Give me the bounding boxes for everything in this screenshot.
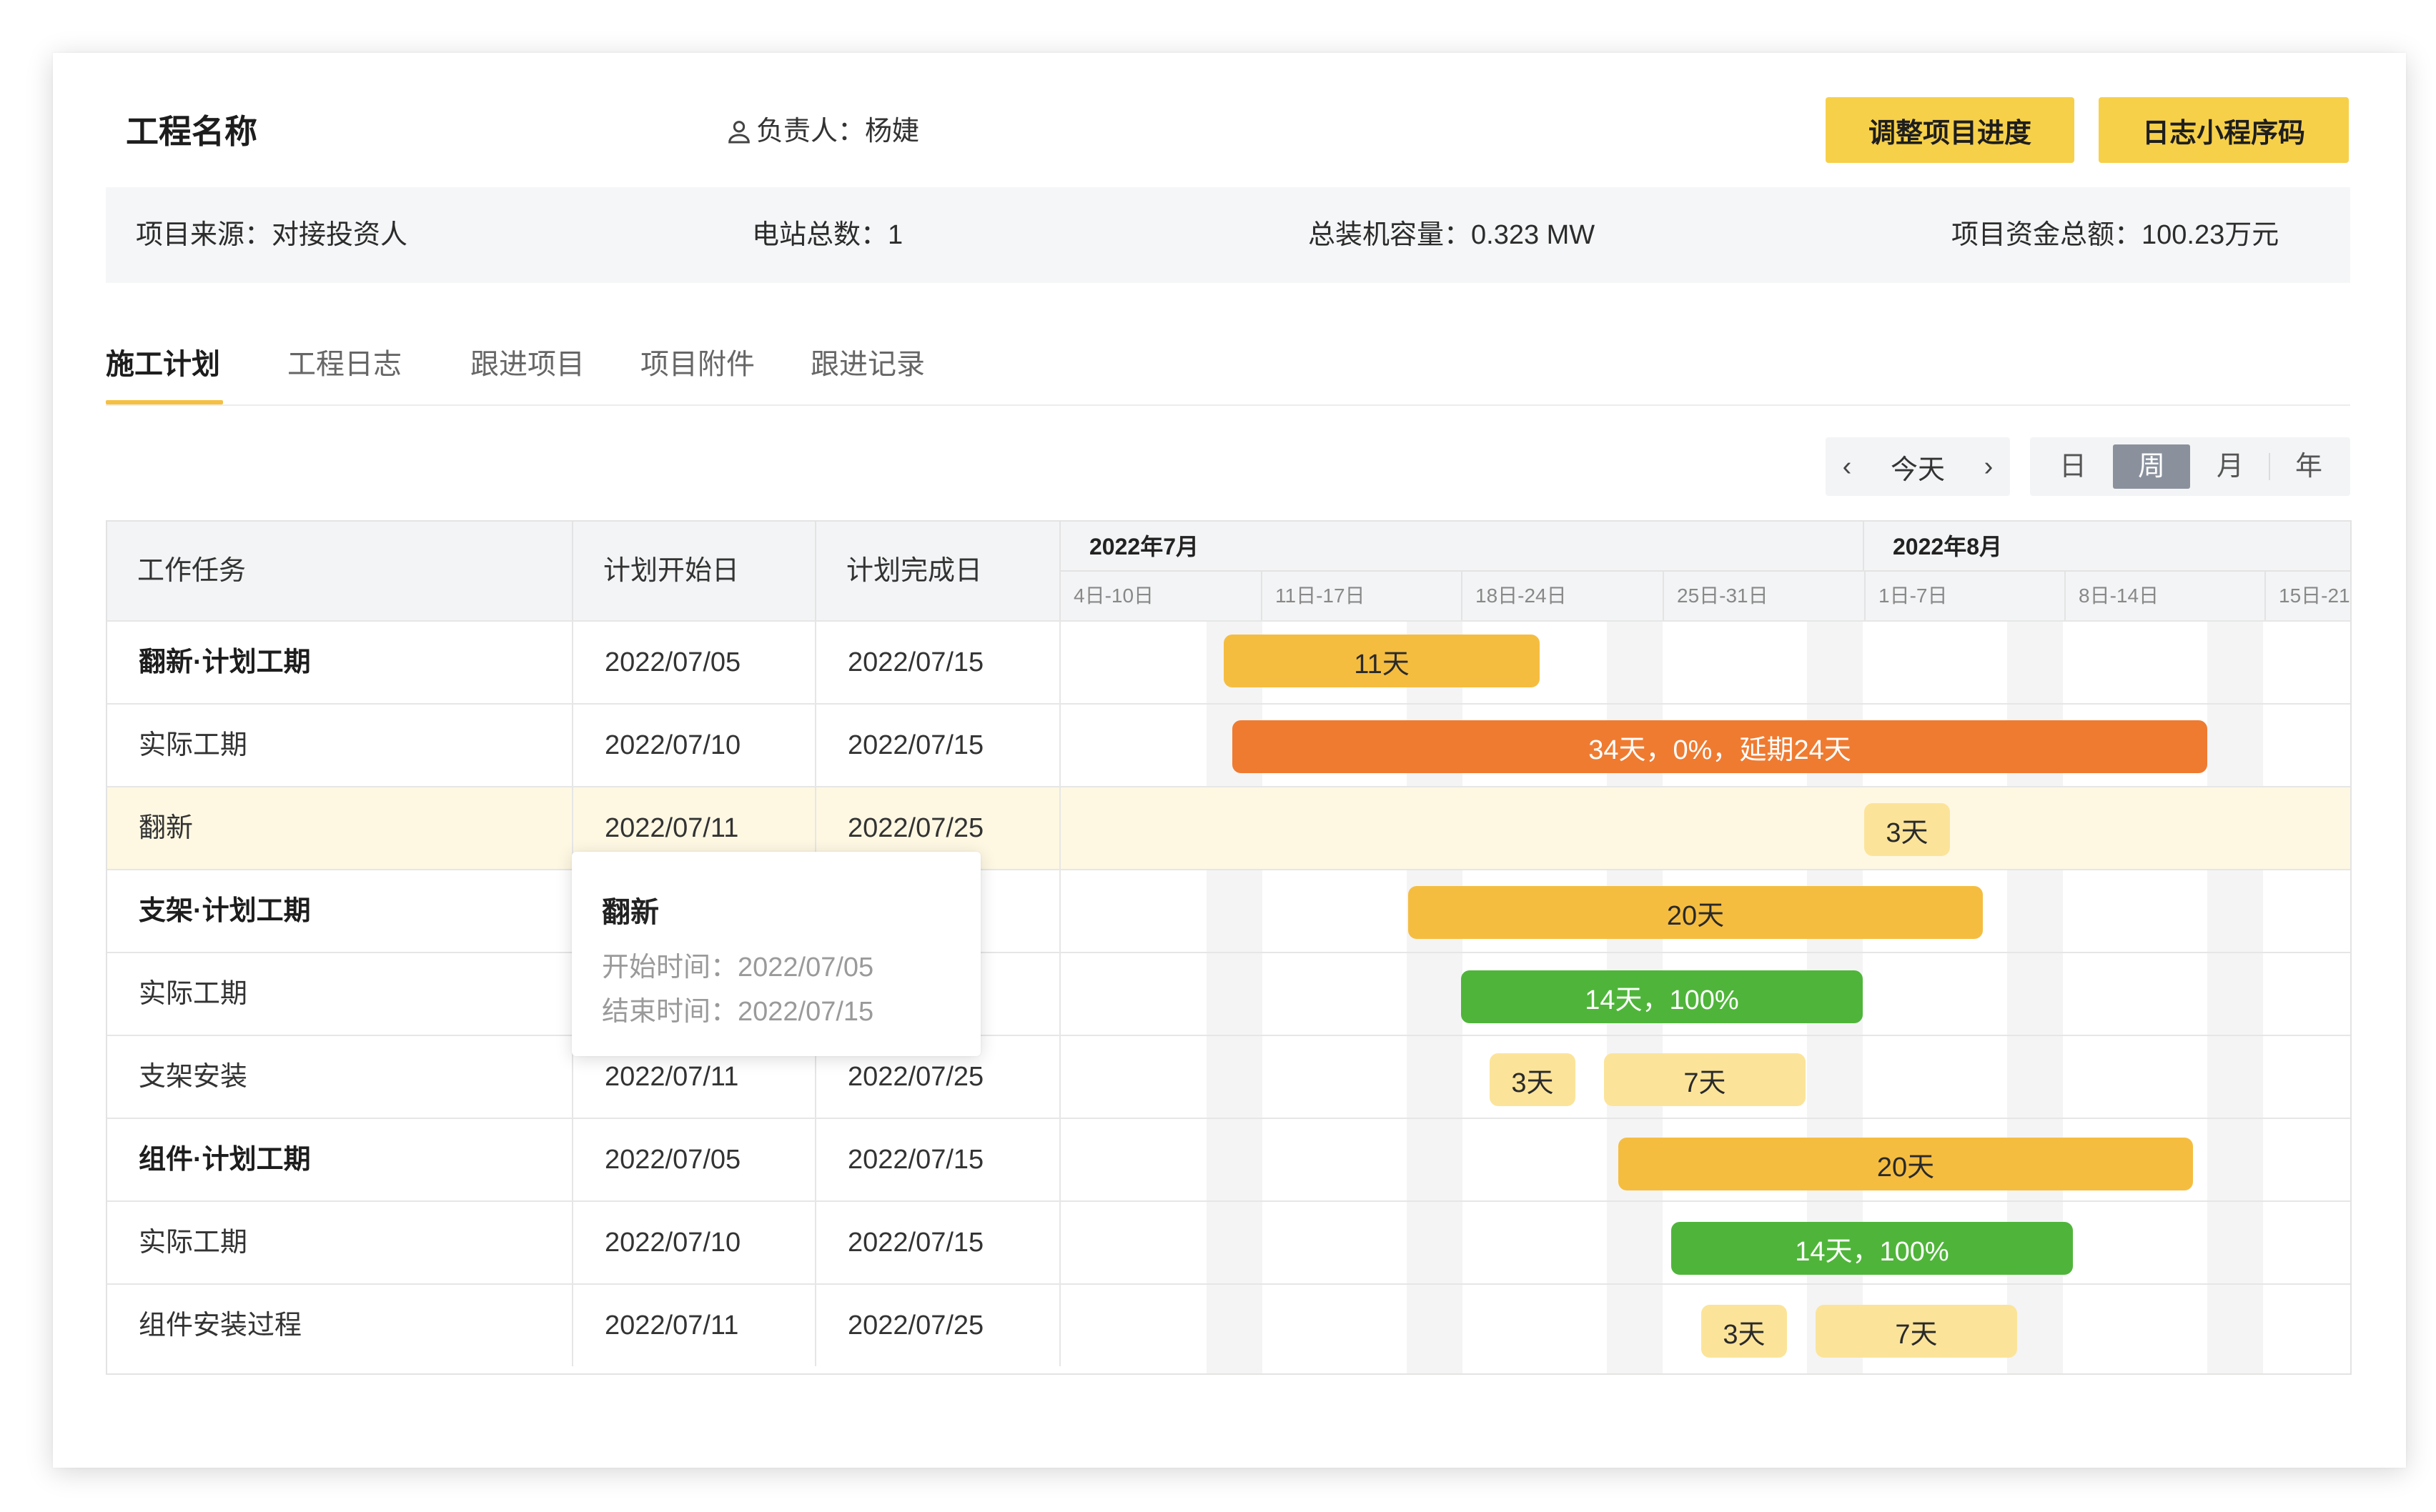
project-title: 工程名称 xyxy=(126,113,257,150)
end-date: 2022/07/15 xyxy=(816,622,1061,703)
gantt-bar-plan[interactable]: 20天 xyxy=(1618,1138,2193,1190)
task-name: 实际工期 xyxy=(107,1202,573,1283)
header-start: 计划开始日 xyxy=(573,522,816,620)
gantt-bar-segment[interactable]: 7天 xyxy=(1604,1053,1806,1106)
header-end: 计划完成日 xyxy=(816,522,1061,620)
tab-follow-up-project[interactable]: 跟进项目 xyxy=(470,336,585,404)
week-label: 11日-17日 xyxy=(1261,572,1461,620)
tab-construction-plan[interactable]: 施工计划 xyxy=(106,336,223,404)
view-switcher: 日 周 月 年 xyxy=(2030,437,2350,496)
gantt-bar-segment[interactable]: 7天 xyxy=(1816,1305,2017,1358)
total-funds: 项目资金总额：100.23万元 xyxy=(1951,220,2279,250)
date-navigator: ‹ 今天 › xyxy=(1826,437,2010,496)
start-date: 2022/07/05 xyxy=(573,1119,816,1200)
project-source: 项目来源：对接投资人 xyxy=(136,220,408,250)
week-label: 18日-24日 xyxy=(1461,572,1663,620)
week-label: 15日-21 xyxy=(2264,572,2350,620)
week-label: 8日-14日 xyxy=(2064,572,2264,620)
task-name: 翻新·计划工期 xyxy=(107,622,573,703)
header-task: 工作任务 xyxy=(107,522,573,620)
gantt-bar-delayed[interactable]: 34天，0%，延期24天 xyxy=(1232,720,2207,773)
log-miniprogram-button[interactable]: 日志小程序码 xyxy=(2099,97,2349,163)
view-week-button[interactable]: 周 xyxy=(2113,444,2190,489)
view-month-button[interactable]: 月 xyxy=(2192,444,2269,489)
gantt-bar-complete[interactable]: 14天，100% xyxy=(1671,1222,2073,1275)
adjust-progress-button[interactable]: 调整项目进度 xyxy=(1826,97,2074,163)
manager-info: 负责人：杨婕 xyxy=(725,106,919,157)
gantt-bar-plan[interactable]: 11天 xyxy=(1224,635,1540,687)
task-name: 实际工期 xyxy=(107,705,573,786)
task-name: 支架·计划工期 xyxy=(107,870,573,952)
gantt-table: 工作任务 计划开始日 计划完成日 2022年7月 2022年8月 4日-10日 … xyxy=(106,520,2352,1375)
tab-follow-up-records[interactable]: 跟进记录 xyxy=(811,336,925,404)
tab-project-log[interactable]: 工程日志 xyxy=(287,336,402,404)
table-row[interactable]: 支架安装 2022/07/11 2022/07/25 xyxy=(107,1035,2350,1118)
end-date: 2022/07/15 xyxy=(816,1202,1061,1283)
tooltip-title: 翻新 xyxy=(602,897,659,928)
gantt-bar-complete[interactable]: 14天，100% xyxy=(1461,970,1863,1023)
tab-bar: 施工计划 工程日志 跟进项目 项目附件 跟进记录 xyxy=(106,336,2350,406)
task-name: 支架安装 xyxy=(107,1036,573,1118)
chevron-right-icon[interactable]: › xyxy=(1967,452,2010,482)
tab-attachments[interactable]: 项目附件 xyxy=(640,336,755,404)
tooltip-start-time: 开始时间：2022/07/05 xyxy=(602,953,874,983)
table-row[interactable]: 支架·计划工期 15 xyxy=(107,869,2350,952)
gantt-bar-segment[interactable]: 3天 xyxy=(1490,1053,1575,1106)
view-year-button[interactable]: 年 xyxy=(2270,444,2347,489)
week-label: 1日-7日 xyxy=(1864,572,2064,620)
person-icon xyxy=(728,121,750,144)
table-row-highlighted[interactable]: 翻新 2022/07/11 2022/07/25 xyxy=(107,786,2350,869)
end-date: 2022/07/25 xyxy=(816,1285,1061,1366)
month-label: 2022年7月 xyxy=(1061,522,1864,572)
manager-label: 负责人：杨婕 xyxy=(756,116,920,146)
station-count: 电站总数：1 xyxy=(752,220,903,250)
task-name: 实际工期 xyxy=(107,953,573,1035)
week-label: 25日-31日 xyxy=(1663,572,1864,620)
task-name: 组件·计划工期 xyxy=(107,1119,573,1200)
start-date: 2022/07/11 xyxy=(573,1285,816,1366)
start-date: 2022/07/10 xyxy=(573,1202,816,1283)
total-capacity: 总装机容量：0.323 MW xyxy=(1308,220,1595,250)
gantt-bar-segment[interactable]: 3天 xyxy=(1701,1305,1787,1358)
task-name: 翻新 xyxy=(107,787,573,869)
gantt-bar-plan[interactable]: 20天 xyxy=(1408,886,1983,939)
chevron-left-icon[interactable]: ‹ xyxy=(1826,452,1868,482)
task-tooltip: 翻新 开始时间：2022/07/05 结束时间：2022/07/15 xyxy=(572,852,981,1056)
start-date: 2022/07/10 xyxy=(573,705,816,786)
today-button[interactable]: 今天 xyxy=(1868,447,1967,487)
view-day-button[interactable]: 日 xyxy=(2034,444,2111,489)
project-info-bar: 项目来源：对接投资人 电站总数：1 总装机容量：0.323 MW 项目资金总额：… xyxy=(106,187,2350,283)
gantt-bar-segment[interactable]: 3天 xyxy=(1864,803,1950,856)
month-label: 2022年8月 xyxy=(1864,522,2350,572)
task-name: 组件安装过程 xyxy=(107,1285,573,1366)
tooltip-end-time: 结束时间：2022/07/15 xyxy=(602,997,874,1027)
week-label: 4日-10日 xyxy=(1074,585,1154,607)
start-date: 2022/07/05 xyxy=(573,622,816,703)
end-date: 2022/07/15 xyxy=(816,705,1061,786)
table-row[interactable]: 实际工期 15 xyxy=(107,952,2350,1035)
end-date: 2022/07/15 xyxy=(816,1119,1061,1200)
header-timeline: 2022年7月 2022年8月 4日-10日 11日-17日 18日-24日 2… xyxy=(1061,522,2350,620)
